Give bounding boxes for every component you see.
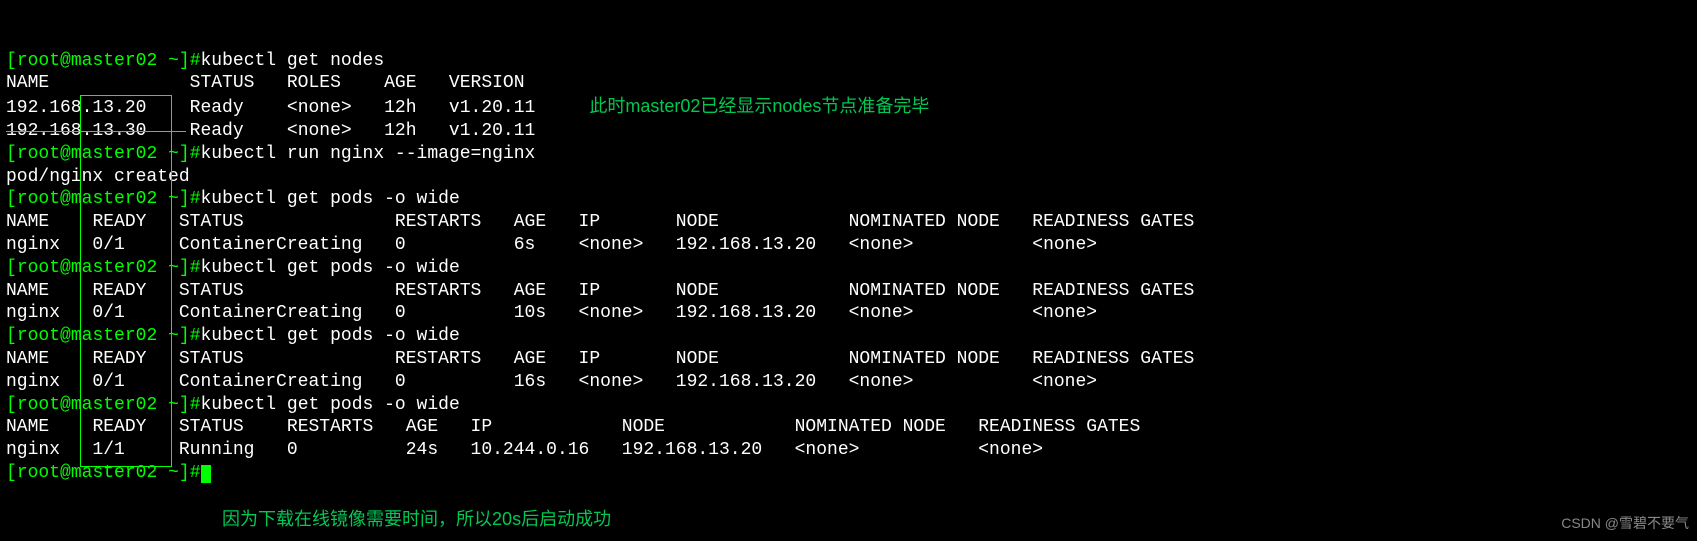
pods-header: NAME READY STATUS RESTARTS AGE IP NODE N…: [6, 349, 1194, 369]
pods-header: NAME READY STATUS RESTARTS AGE IP NODE N…: [6, 417, 1140, 437]
command-line: kubectl get pods -o wide: [201, 189, 460, 209]
prompt: [root@master02 ~]#: [6, 395, 201, 415]
prompt: [root@master02 ~]#: [6, 144, 201, 164]
command-line: kubectl get pods -o wide: [201, 326, 460, 346]
annotation-2: 因为下载在线镜像需要时间，所以20s后启动成功: [222, 509, 611, 529]
nodes-row: 192.168.13.30 Ready <none> 12h v1.20.11: [6, 121, 535, 141]
command-line: kubectl get nodes: [201, 51, 385, 71]
prompt: [root@master02 ~]#: [6, 51, 201, 71]
pods-header: NAME READY STATUS RESTARTS AGE IP NODE N…: [6, 281, 1194, 301]
nodes-header: NAME STATUS ROLES AGE VERSION: [6, 73, 525, 93]
watermark: CSDN @雪碧不要气: [1561, 512, 1689, 535]
cursor: [201, 465, 211, 483]
command-line: kubectl get pods -o wide: [201, 395, 460, 415]
command-line: kubectl get pods -o wide: [201, 258, 460, 278]
terminal-window[interactable]: [root@master02 ~]#kubectl get nodes NAME…: [0, 0, 1697, 541]
prompt: [root@master02 ~]#: [6, 326, 201, 346]
pods-row: nginx 0/1 ContainerCreating 0 6s <none> …: [6, 235, 1097, 255]
pods-row: nginx 1/1 Running 0 24s 10.244.0.16 192.…: [6, 440, 1043, 460]
pods-row: nginx 0/1 ContainerCreating 0 10s <none>…: [6, 303, 1097, 323]
prompt: [root@master02 ~]#: [6, 258, 201, 278]
command-line: kubectl run nginx --image=nginx: [201, 144, 536, 164]
pods-row: nginx 0/1 ContainerCreating 0 16s <none>…: [6, 372, 1097, 392]
prompt: [root@master02 ~]#: [6, 189, 201, 209]
annotation-1: 此时master02已经显示nodes节点准备完毕: [589, 96, 929, 116]
pod-created-msg: pod/nginx created: [6, 167, 190, 187]
nodes-row: 192.168.13.20 Ready <none> 12h v1.20.11: [6, 98, 535, 118]
pods-header: NAME READY STATUS RESTARTS AGE IP NODE N…: [6, 212, 1194, 232]
prompt: [root@master02 ~]#: [6, 463, 201, 483]
